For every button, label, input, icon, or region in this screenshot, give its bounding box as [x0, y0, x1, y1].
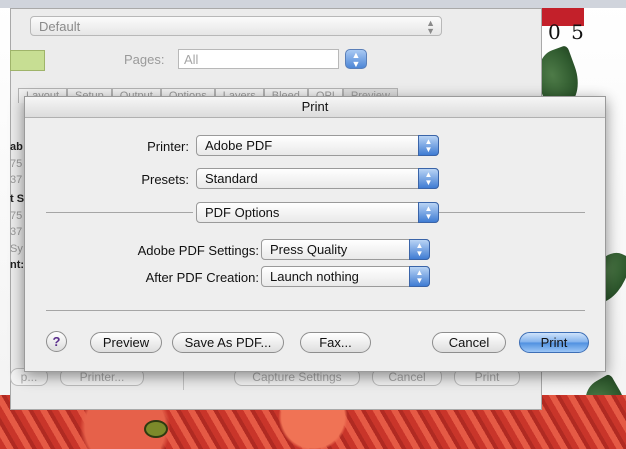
panel-popup[interactable]: PDF Options ▲ ▼: [196, 202, 439, 223]
side-text-fragment: nt:: [10, 259, 25, 271]
side-text-fragment: ab: [10, 141, 23, 153]
background-top-strip: [0, 0, 626, 8]
side-text-fragment: 37: [10, 226, 23, 238]
popup-arrows-icon: ▲ ▼: [418, 168, 439, 189]
print-preset-value: Default: [39, 19, 81, 34]
presets-label: Presets:: [141, 172, 189, 187]
after-creation-popup[interactable]: Launch nothing ▲ ▼: [261, 266, 430, 287]
cancel-button[interactable]: Cancel: [432, 332, 506, 353]
side-text-fragment: 75: [10, 158, 23, 170]
presets-popup[interactable]: Standard ▲ ▼: [196, 168, 439, 189]
fax-button[interactable]: Fax...: [300, 332, 371, 353]
popup-arrows-icon: ▲ ▼: [409, 239, 430, 260]
berry-seed-artwork: [144, 420, 168, 438]
panel-value: PDF Options: [205, 205, 280, 220]
footer-divider: [46, 310, 585, 311]
save-as-pdf-button[interactable]: Save As PDF...: [172, 332, 284, 353]
section-divider-left: [46, 212, 193, 213]
printer-value: Adobe PDF: [205, 138, 273, 153]
after-creation-value: Launch nothing: [270, 269, 359, 284]
side-text-fragment: 75: [10, 210, 23, 222]
print-button[interactable]: Print: [519, 332, 589, 353]
popup-arrows-icon: ▲ ▼: [418, 202, 439, 223]
side-text-fragment: 37: [10, 174, 23, 186]
pdf-settings-label: Adobe PDF Settings:: [137, 243, 259, 258]
printer-popup[interactable]: Adobe PDF ▲ ▼: [196, 135, 439, 156]
pages-label: Pages:: [124, 52, 165, 67]
color-swatch: [10, 50, 45, 71]
section-divider-right: [439, 212, 585, 213]
popup-arrows-icon: ▲ ▼: [418, 135, 439, 156]
printer-label: Printer:: [147, 139, 189, 154]
pages-stepper[interactable]: ▲ ▼: [345, 49, 367, 69]
pdf-settings-popup[interactable]: Press Quality ▲ ▼: [261, 239, 430, 260]
help-button[interactable]: ?: [46, 331, 67, 352]
print-preset-select[interactable]: Default ▲ ▼: [30, 16, 442, 36]
after-creation-label: After PDF Creation:: [145, 270, 259, 285]
side-text-fragment: t S: [10, 193, 25, 205]
print-dialog-title: Print: [25, 97, 605, 118]
select-arrows-icon: ▲ ▼: [426, 18, 435, 36]
pdf-settings-value: Press Quality: [270, 242, 348, 257]
side-text-fragment: Sy: [10, 243, 23, 255]
preview-button[interactable]: Preview: [90, 332, 162, 353]
pages-input[interactable]: All: [178, 49, 339, 69]
popup-arrows-icon: ▲ ▼: [409, 266, 430, 287]
print-dialog: Print Printer: Adobe PDF ▲ ▼ Presets: Sta…: [24, 96, 606, 372]
presets-value: Standard: [205, 171, 258, 186]
art-page-number: 0 5: [548, 20, 586, 44]
